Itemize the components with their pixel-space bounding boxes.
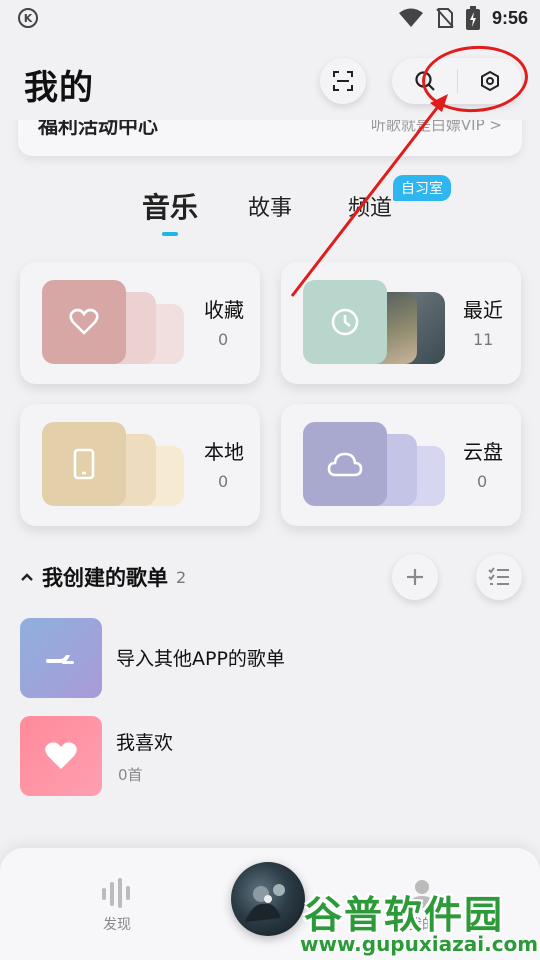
scan-button[interactable]	[320, 58, 366, 104]
nav-label: 发现	[103, 917, 131, 933]
playlist-cover	[20, 618, 102, 698]
playlist-row-import[interactable]: 导入其他APP的歌单	[20, 618, 520, 700]
section-title: 我创建的歌单	[42, 566, 168, 590]
scan-icon	[333, 71, 353, 91]
tab-stories[interactable]: 故事	[248, 190, 292, 222]
clock-time: 9:56	[491, 7, 528, 28]
card-label: 收藏	[204, 298, 244, 322]
created-playlists-header[interactable]: 我创建的歌单 2	[20, 562, 186, 592]
add-playlist-button[interactable]	[392, 554, 438, 600]
playlist-row-liked[interactable]: 我喜欢 0首	[20, 716, 520, 798]
now-playing-disc[interactable]	[231, 862, 305, 936]
card-count: 0	[218, 330, 229, 349]
page-title: 我的	[24, 68, 94, 108]
playlist-name: 导入其他APP的歌单	[116, 648, 285, 670]
clock-icon	[331, 308, 359, 336]
watermark-url: www.gupuxiazai.com	[300, 932, 539, 956]
import-icon	[46, 655, 74, 664]
battery-charging-icon	[465, 6, 480, 30]
app-notification-icon: K	[18, 8, 38, 28]
heart-icon	[69, 308, 99, 335]
playlist-track-count: 0首	[118, 766, 143, 784]
status-bar: K 9:56	[0, 0, 540, 36]
chevron-up-icon	[21, 573, 33, 581]
card-stack-front	[303, 422, 387, 506]
card-recent[interactable]: 最近 11	[281, 262, 521, 384]
card-label: 云盘	[463, 440, 503, 464]
tab-channels[interactable]: 频道	[348, 190, 392, 222]
card-favorites[interactable]: 收藏 0	[20, 262, 260, 384]
plus-icon	[407, 569, 423, 585]
watermark: 谷普软件园 www.gupuxiazai.com	[296, 882, 540, 960]
wifi-icon	[398, 8, 423, 27]
playlist-cover	[20, 716, 102, 796]
card-cloud[interactable]: 云盘 0	[281, 404, 521, 526]
watermark-title: 谷普软件园	[304, 893, 505, 937]
status-icons: 9:56	[398, 6, 528, 30]
no-sim-icon	[436, 8, 454, 28]
playlist-name: 我喜欢	[116, 732, 174, 754]
card-local[interactable]: 本地 0	[20, 404, 260, 526]
nav-discover[interactable]: 发现	[77, 878, 157, 934]
active-tab-indicator	[162, 232, 178, 236]
bars-icon	[102, 878, 130, 908]
card-label: 最近	[463, 298, 503, 322]
card-label: 本地	[204, 440, 244, 464]
content-tabs: 音乐 故事 频道	[0, 180, 540, 240]
manage-playlists-button[interactable]	[476, 554, 522, 600]
card-stack-front	[303, 280, 387, 364]
album-art	[245, 884, 285, 922]
heart-icon	[45, 742, 77, 769]
card-count: 0	[477, 472, 488, 491]
card-count: 0	[218, 472, 229, 491]
study-room-badge[interactable]: 自习室	[393, 175, 451, 201]
card-stack-front	[42, 280, 126, 364]
card-stack-front	[42, 422, 126, 506]
tab-music[interactable]: 音乐	[142, 186, 198, 226]
phone-icon	[73, 448, 95, 480]
section-count: 2	[176, 567, 187, 587]
card-count: 11	[473, 330, 494, 349]
checklist-icon	[488, 567, 509, 585]
cloud-icon	[327, 452, 363, 477]
